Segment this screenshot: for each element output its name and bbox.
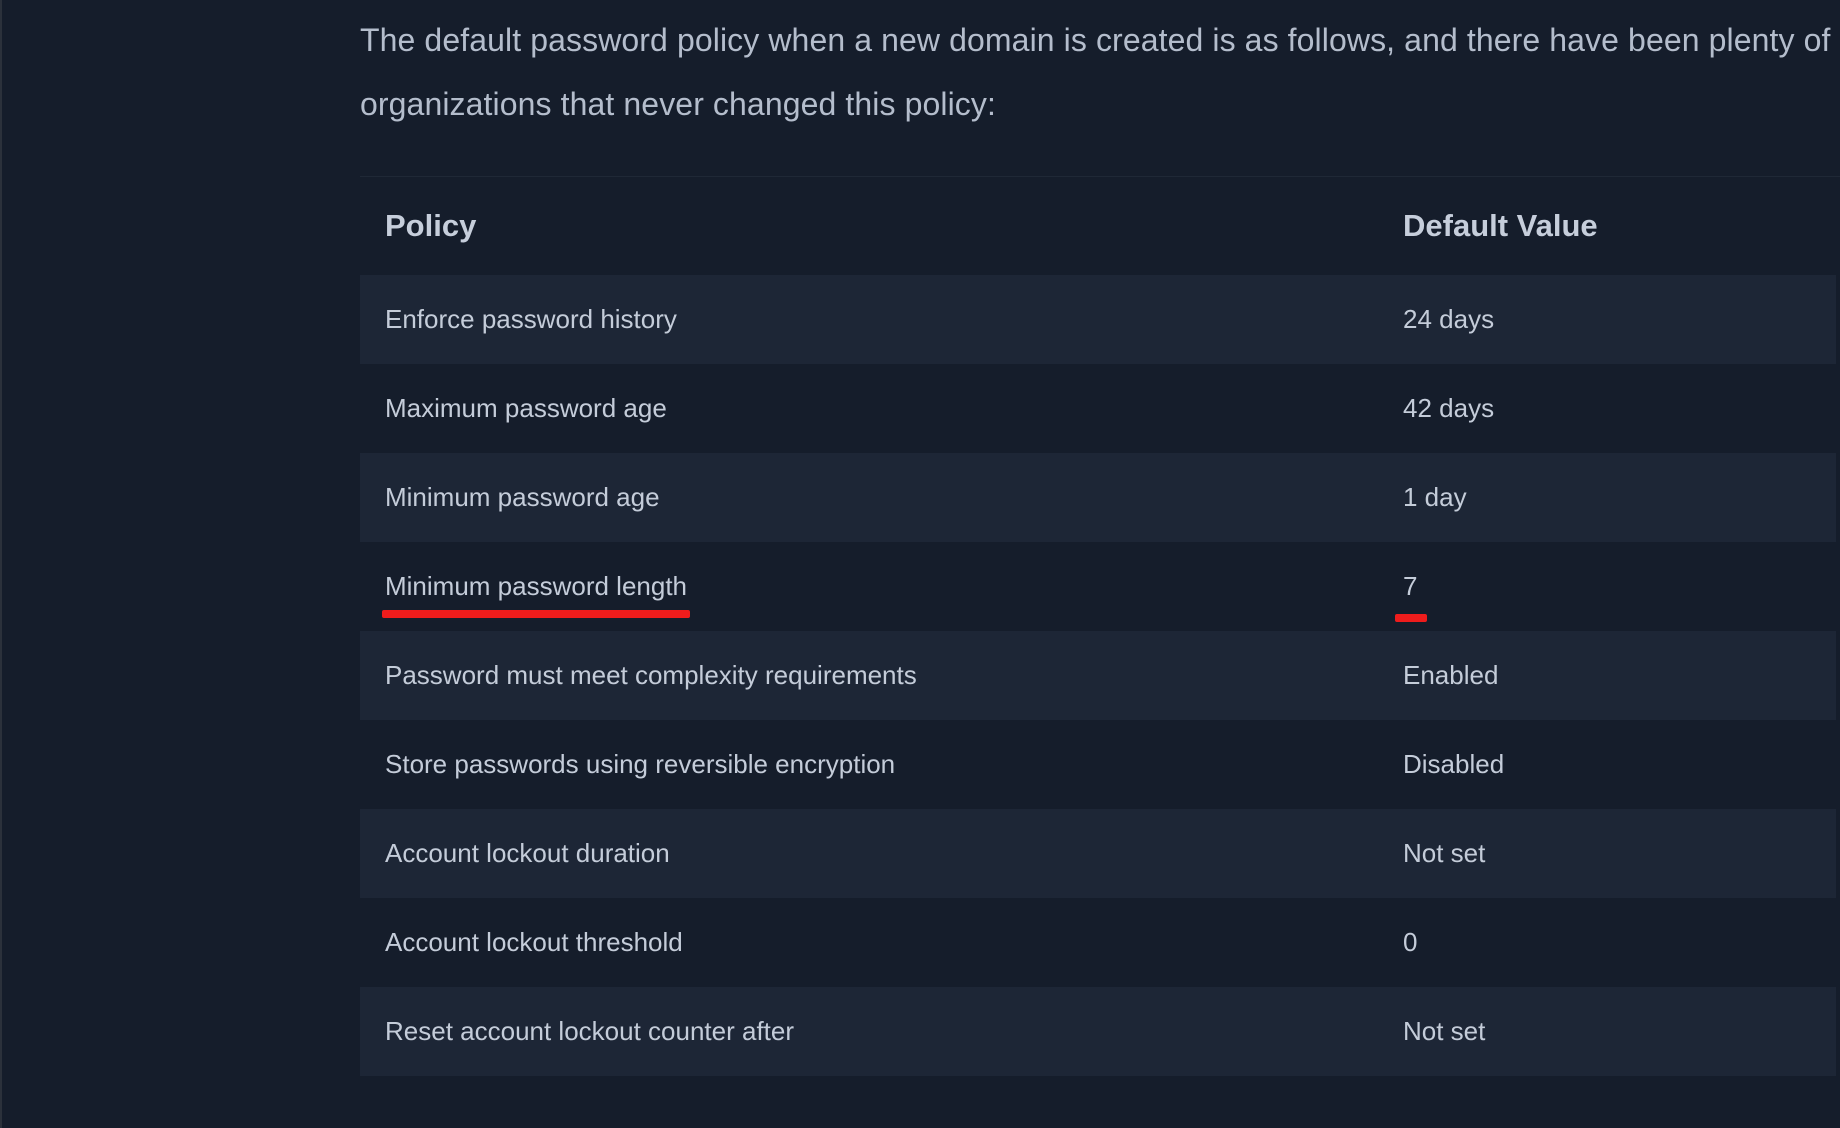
policy-cell: Minimum password age [385,482,660,512]
value-cell: Enabled [1403,660,1499,690]
highlighted-value-text: 7 [1395,571,1428,622]
policy-cell: Reset account lockout counter after [385,1016,795,1046]
value-cell: Disabled [1403,749,1505,779]
table-header-row: Policy Default Value [360,177,1836,275]
value-cell: 7 [1378,571,1428,622]
red-underline-annotation [382,610,691,618]
table-row: Reset account lockout counter after Not … [360,987,1836,1076]
table-row: Store passwords using reversible encrypt… [360,720,1836,809]
policy-cell: Maximum password age [385,393,667,423]
highlighted-policy-text: Minimum password length [382,571,691,618]
value-cell: Not set [1403,838,1486,868]
table-row: Account lockout threshold 0 [360,898,1836,987]
password-policy-table: Policy Default Value Enforce password hi… [360,177,1836,1076]
value-cell: 1 day [1403,482,1467,512]
policy-cell: Minimum password length [360,571,1378,618]
table-row: Minimum password age 1 day [360,453,1836,542]
value-cell: Not set [1403,1016,1486,1046]
policy-cell: Account lockout threshold [385,927,683,957]
highlighted-value-label: 7 [1403,571,1418,601]
value-cell: 0 [1403,927,1418,957]
policy-cell: Store passwords using reversible encrypt… [385,749,896,779]
header-default-value: Default Value [1403,208,1598,243]
intro-paragraph: The default password policy when a new d… [360,22,1831,122]
value-cell: 24 days [1403,304,1495,334]
window-left-border [0,0,2,1128]
policy-cell: Password must meet complexity requiremen… [385,660,917,690]
highlighted-policy-label: Minimum password length [385,571,688,601]
table-row: Enforce password history 24 days [360,275,1836,364]
table-row-highlighted: Minimum password length 7 [360,542,1836,631]
table-row: Account lockout duration Not set [360,809,1836,898]
policy-cell: Enforce password history [385,304,677,334]
red-underline-annotation [1395,614,1428,622]
header-policy: Policy [385,208,477,243]
policy-cell: Account lockout duration [385,838,670,868]
table-row: Password must meet complexity requiremen… [360,631,1836,720]
article-content: The default password policy when a new d… [360,0,1840,1076]
value-cell: 42 days [1403,393,1495,423]
table-row: Maximum password age 42 days [360,364,1836,453]
